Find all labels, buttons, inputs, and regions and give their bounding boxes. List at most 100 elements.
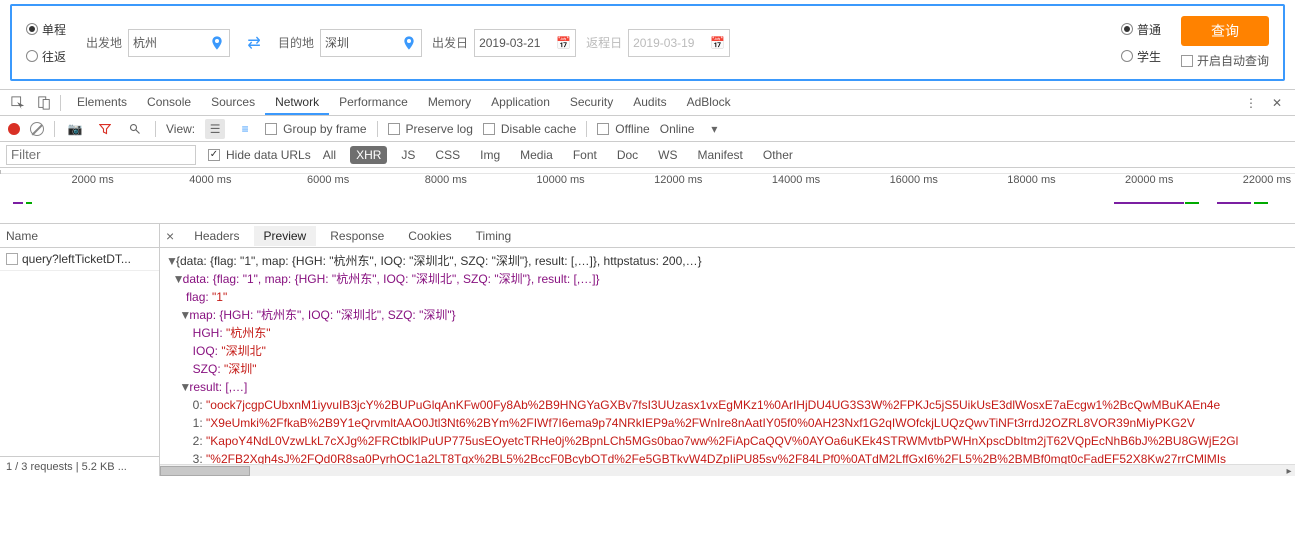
- subtab-timing[interactable]: Timing: [466, 226, 522, 246]
- filter-type-css[interactable]: CSS: [429, 146, 466, 164]
- checkbox-icon: [483, 123, 495, 135]
- query-column: 查询 开启自动查询: [1181, 16, 1269, 69]
- radio-roundtrip[interactable]: 往返: [26, 48, 66, 65]
- scroll-right-icon[interactable]: ▸: [1283, 465, 1295, 476]
- from-input[interactable]: 杭州: [128, 29, 230, 57]
- to-value: 深圳: [325, 34, 349, 51]
- filter-icon[interactable]: [95, 119, 115, 139]
- disable-cache-checkbox[interactable]: Disable cache: [483, 122, 576, 136]
- view-label: View:: [166, 122, 195, 136]
- radio-oneway[interactable]: 单程: [26, 21, 66, 38]
- auto-query-checkbox[interactable]: 开启自动查询: [1181, 52, 1269, 69]
- checkbox-icon: [388, 123, 400, 135]
- filter-type-xhr[interactable]: XHR: [350, 146, 387, 164]
- devtools: ElementsConsoleSourcesNetworkPerformance…: [0, 89, 1295, 476]
- tab-network[interactable]: Network: [265, 91, 329, 115]
- radio-student-label: 学生: [1137, 48, 1161, 65]
- to-field: 目的地 深圳: [278, 29, 422, 57]
- kebab-menu-icon[interactable]: ⋮: [1241, 93, 1261, 113]
- checkbox-icon: [265, 123, 277, 135]
- radio-student[interactable]: 学生: [1121, 48, 1161, 65]
- request-row[interactable]: query?leftTicketDT...: [0, 248, 159, 271]
- camera-icon[interactable]: 📷: [65, 119, 85, 139]
- list-view-icon[interactable]: ☰: [205, 119, 225, 139]
- query-button[interactable]: 查询: [1181, 16, 1269, 46]
- subtab-headers[interactable]: Headers: [184, 226, 249, 246]
- calendar-icon: 📅: [556, 36, 571, 50]
- filter-type-img[interactable]: Img: [474, 146, 506, 164]
- filter-type-js[interactable]: JS: [395, 146, 421, 164]
- query-button-label: 查询: [1211, 21, 1239, 41]
- depart-input[interactable]: 2019-03-21📅: [474, 29, 576, 57]
- subtab-cookies[interactable]: Cookies: [398, 226, 461, 246]
- status-bar: 1 / 3 requests | 5.2 KB ...: [0, 456, 159, 476]
- record-icon[interactable]: [8, 123, 20, 135]
- device-icon[interactable]: [34, 93, 54, 113]
- tab-console[interactable]: Console: [137, 91, 201, 115]
- offline-checkbox[interactable]: Offline: [597, 122, 649, 136]
- radio-roundtrip-label: 往返: [42, 48, 66, 65]
- tab-elements[interactable]: Elements: [67, 91, 137, 115]
- tab-memory[interactable]: Memory: [418, 91, 481, 115]
- tab-adblock[interactable]: AdBlock: [677, 91, 741, 115]
- group-by-frame-checkbox[interactable]: Group by frame: [265, 122, 366, 136]
- tab-security[interactable]: Security: [560, 91, 623, 115]
- checkbox-icon: [597, 123, 609, 135]
- request-name: query?leftTicketDT...: [22, 252, 131, 266]
- tab-sources[interactable]: Sources: [201, 91, 265, 115]
- detail-pane: × HeadersPreviewResponseCookiesTiming ▼{…: [160, 224, 1295, 476]
- scrollbar-thumb[interactable]: [160, 466, 250, 476]
- filter-type-media[interactable]: Media: [514, 146, 559, 164]
- hide-data-urls-checkbox[interactable]: Hide data URLs: [208, 148, 311, 162]
- filter-type-font[interactable]: Font: [567, 146, 603, 164]
- file-icon: [6, 253, 18, 265]
- filter-type-manifest[interactable]: Manifest: [692, 146, 749, 164]
- return-input[interactable]: 2019-03-19📅: [628, 29, 730, 57]
- swap-icon[interactable]: ⇄: [240, 29, 268, 57]
- waterfall-view-icon[interactable]: ≡: [235, 119, 255, 139]
- preview-content[interactable]: ▼{data: {flag: "1", map: {HGH: "杭州东", IO…: [160, 248, 1295, 464]
- network-main: Name query?leftTicketDT... 1 / 3 request…: [0, 224, 1295, 476]
- inspect-icon[interactable]: [8, 93, 28, 113]
- detail-subtabs: × HeadersPreviewResponseCookiesTiming: [160, 224, 1295, 248]
- return-label: 返程日: [586, 34, 622, 51]
- depart-label: 出发日: [432, 34, 468, 51]
- horizontal-scrollbar[interactable]: ▸: [160, 464, 1295, 476]
- preserve-log-checkbox[interactable]: Preserve log: [388, 122, 473, 136]
- throttling-dropdown-icon[interactable]: ▾: [704, 119, 724, 139]
- subtab-preview[interactable]: Preview: [254, 226, 317, 246]
- from-value: 杭州: [133, 34, 157, 51]
- clear-icon[interactable]: [30, 122, 44, 136]
- timeline-tick: 14000 ms: [706, 174, 824, 186]
- filter-type-doc[interactable]: Doc: [611, 146, 644, 164]
- auto-query-label: 开启自动查询: [1197, 52, 1269, 69]
- group-by-frame-label: Group by frame: [283, 122, 366, 136]
- to-input[interactable]: 深圳: [320, 29, 422, 57]
- depart-field: 出发日 2019-03-21📅: [432, 29, 576, 57]
- radio-normal[interactable]: 普通: [1121, 21, 1161, 38]
- tab-application[interactable]: Application: [481, 91, 560, 115]
- timeline-tick: 8000 ms: [353, 174, 471, 186]
- filter-type-ws[interactable]: WS: [652, 146, 683, 164]
- subtab-response[interactable]: Response: [320, 226, 394, 246]
- tab-performance[interactable]: Performance: [329, 91, 418, 115]
- name-header[interactable]: Name: [0, 224, 159, 248]
- offline-label: Offline: [615, 122, 649, 136]
- search-icon[interactable]: [125, 119, 145, 139]
- close-detail-icon[interactable]: ×: [166, 228, 174, 244]
- timeline-tick: 2000 ms: [0, 174, 118, 186]
- passenger-mode-group: 普通 学生: [1121, 21, 1161, 65]
- timeline-tick: 4000 ms: [118, 174, 236, 186]
- filter-type-other[interactable]: Other: [757, 146, 799, 164]
- radio-dot-icon: [1121, 50, 1133, 62]
- filter-input[interactable]: [6, 145, 196, 165]
- close-devtools-icon[interactable]: ✕: [1267, 93, 1287, 113]
- from-label: 出发地: [86, 34, 122, 51]
- online-label: Online: [660, 122, 695, 136]
- filter-type-all[interactable]: All: [317, 146, 342, 164]
- timeline-tick: 18000 ms: [942, 174, 1060, 186]
- tab-audits[interactable]: Audits: [623, 91, 676, 115]
- network-timeline[interactable]: 2000 ms4000 ms6000 ms8000 ms10000 ms1200…: [0, 170, 1295, 224]
- search-panel: 单程 往返 出发地 杭州 ⇄ 目的地 深圳 出发日 2019-03-21📅 返程…: [10, 4, 1285, 81]
- preserve-log-label: Preserve log: [406, 122, 473, 136]
